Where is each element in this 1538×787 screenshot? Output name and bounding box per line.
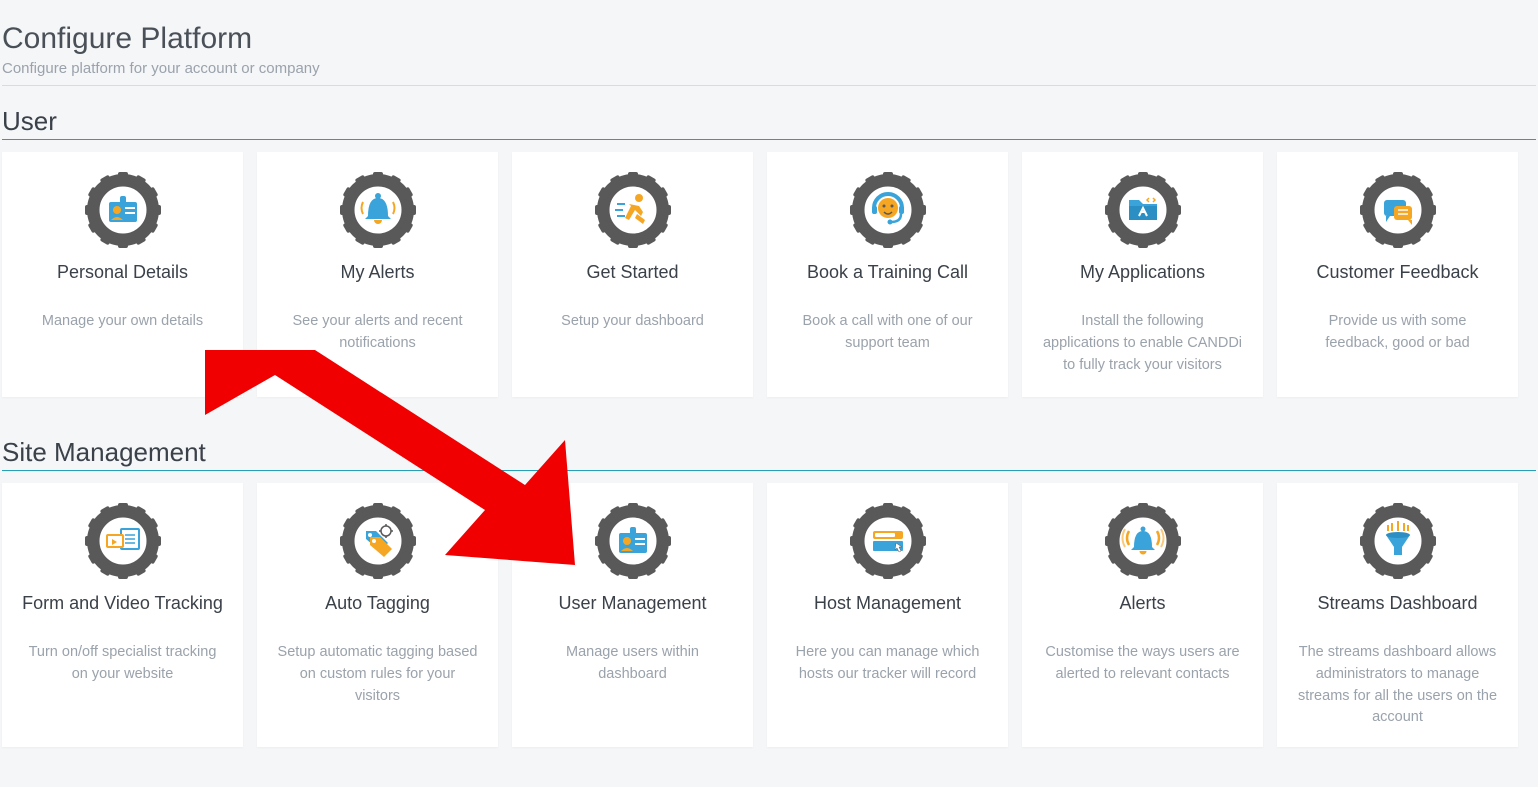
bell-icon [338,170,418,250]
card-personal-details[interactable]: Personal Details Manage your own details [2,152,243,397]
card-auto-tagging[interactable]: Auto Tagging Setup automatic tagging bas… [257,483,498,747]
card-get-started[interactable]: Get Started Setup your dashboard [512,152,753,397]
card-alerts[interactable]: Alerts Customise the ways users are aler… [1022,483,1263,747]
card-book-training-call[interactable]: Book a Training Call Book a call with on… [767,152,1008,397]
headset-icon [848,170,928,250]
tags-icon [338,501,418,581]
section-title-site: Site Management [2,437,1536,471]
card-title: Streams Dashboard [1291,593,1504,614]
card-customer-feedback[interactable]: Customer Feedback Provide us with some f… [1277,152,1518,397]
chat-icon [1358,170,1438,250]
card-desc: Provide us with some feedback, good or b… [1291,311,1504,355]
card-title: Form and Video Tracking [16,593,229,614]
card-title: Alerts [1036,593,1249,614]
funnel-icon [1358,501,1438,581]
card-desc: See your alerts and recent notifications [271,311,484,355]
bell-wave-icon [1103,501,1183,581]
card-title: Get Started [526,262,739,283]
page-subtitle: Configure platform for your account or c… [2,60,1536,77]
id-card-icon [593,501,673,581]
page-title: Configure Platform [2,22,1536,56]
card-host-management[interactable]: Host Management Here you can manage whic… [767,483,1008,747]
card-desc: Manage users within dashboard [526,642,739,686]
user-card-grid: Personal Details Manage your own details [2,152,1536,397]
card-my-alerts[interactable]: My Alerts See your alerts and recent not… [257,152,498,397]
card-title: Personal Details [16,262,229,283]
card-desc: Turn on/off specialist tracking on your … [16,642,229,686]
card-title: My Alerts [271,262,484,283]
card-streams-dashboard[interactable]: Streams Dashboard The streams dashboard … [1277,483,1518,747]
card-title: My Applications [1036,262,1249,283]
runner-icon [593,170,673,250]
card-desc: Manage your own details [16,311,229,333]
folder-apps-icon [1103,170,1183,250]
card-desc: Customise the ways users are alerted to … [1036,642,1249,686]
page-header: Configure Platform Configure platform fo… [2,0,1536,86]
browser-icon [848,501,928,581]
card-desc: Install the following applications to en… [1036,311,1249,376]
card-desc: The streams dashboard allows administrat… [1291,642,1504,729]
id-card-icon [83,170,163,250]
card-my-applications[interactable]: My Applications Install the following ap… [1022,152,1263,397]
video-form-icon [83,501,163,581]
card-form-video-tracking[interactable]: Form and Video Tracking Turn on/off spec… [2,483,243,747]
card-user-management[interactable]: User Management Manage users within dash… [512,483,753,747]
site-card-grid: Form and Video Tracking Turn on/off spec… [2,483,1536,747]
card-title: Book a Training Call [781,262,994,283]
card-desc: Setup automatic tagging based on custom … [271,642,484,707]
section-title-user: User [2,106,1536,140]
card-title: Customer Feedback [1291,262,1504,283]
card-desc: Here you can manage which hosts our trac… [781,642,994,686]
card-title: Auto Tagging [271,593,484,614]
card-desc: Book a call with one of our support team [781,311,994,355]
card-title: Host Management [781,593,994,614]
card-desc: Setup your dashboard [526,311,739,333]
card-title: User Management [526,593,739,614]
